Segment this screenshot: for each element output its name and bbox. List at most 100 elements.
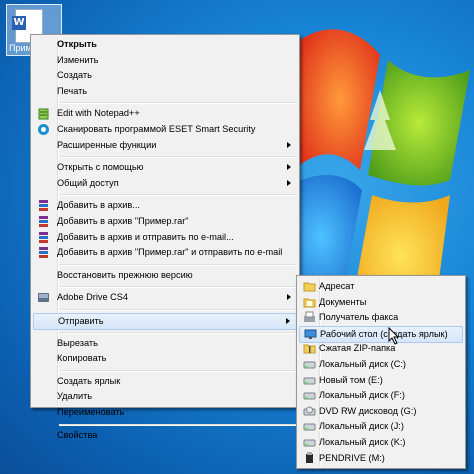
menu-item-label: Добавить в архив "Пример.rar" и отправит… — [57, 247, 283, 258]
menu-item-label: Локальный диск (J:) — [319, 421, 404, 432]
winrar-icon — [37, 246, 50, 259]
menu-item-label: Сжатая ZIP-папка — [319, 343, 396, 354]
submenu-arrow-icon — [287, 164, 291, 171]
send-to-item-2[interactable]: Получатель факса — [299, 310, 463, 325]
menu-separator — [59, 102, 296, 105]
send-to-item-4[interactable]: Сжатая ZIP-папка — [299, 341, 463, 356]
menu-item-label: Локальный диск (F:) — [319, 390, 405, 401]
context-menu-item-1[interactable]: Изменить — [33, 53, 297, 68]
context-menu-item-18[interactable]: Создать ярлык — [33, 374, 297, 389]
menu-item-label: Adobe Drive CS4 — [57, 292, 128, 303]
menu-item-label: Адресат — [319, 281, 355, 291]
winrar-icon — [37, 231, 50, 244]
menu-item-label: Вырезать — [57, 337, 98, 348]
drive-icon — [303, 436, 316, 449]
send-to-item-8[interactable]: DVD RW дисковод (G:) — [299, 404, 463, 419]
folder-icon — [303, 280, 316, 293]
menu-item-label: DVD RW дисковод (G:) — [319, 405, 417, 416]
submenu-arrow-icon — [287, 294, 291, 301]
menu-item-label: Edit with Notepad++ — [57, 108, 140, 119]
menu-separator — [59, 331, 296, 334]
menu-item-label: Получатель факса — [319, 312, 399, 323]
context-menu-item-7[interactable]: Открыть с помощью — [33, 160, 297, 175]
menu-separator — [59, 194, 296, 197]
documents-icon — [303, 296, 316, 309]
file-name: Прим — [9, 43, 32, 53]
menu-item-label: Открыть — [57, 39, 97, 49]
mouse-cursor-icon — [388, 327, 400, 345]
menu-item-label: Печать — [57, 85, 88, 96]
menu-item-label: Добавить в архив и отправить по e-mail..… — [57, 231, 234, 242]
context-menu-item-15[interactable]: Отправить — [33, 313, 297, 330]
context-menu-item-14[interactable]: Adobe Drive CS4 — [33, 290, 297, 305]
context-menu-item-16[interactable]: Вырезать — [33, 336, 297, 351]
send-to-item-0[interactable]: Адресат — [299, 279, 463, 294]
menu-item-label: Документы — [319, 296, 367, 307]
menu-item-label: Локальный диск (K:) — [319, 437, 406, 447]
menu-item-label: Локальный диск (C:) — [319, 359, 406, 369]
context-menu: Открыть Изменить Создать Печать Edit with No… — [30, 34, 300, 440]
menu-item-label: Копировать — [57, 353, 107, 364]
context-menu-item-17[interactable]: Копировать — [33, 351, 297, 366]
context-menu-item-19[interactable]: Удалить — [33, 389, 297, 404]
drive-icon — [303, 374, 316, 387]
menu-item-label: Расширенные функции — [57, 139, 157, 150]
context-menu-item-9[interactable]: Добавить в архив... — [33, 198, 297, 213]
context-menu-item-10[interactable]: Добавить в архив "Пример.rar" — [33, 214, 297, 229]
menu-item-label: Переименовать — [57, 407, 125, 417]
submenu-arrow-icon — [287, 141, 291, 148]
usb-drive-icon — [303, 451, 316, 465]
send-to-item-9[interactable]: Локальный диск (J:) — [299, 419, 463, 434]
menu-item-label: Добавить в архив "Пример.rar" — [57, 216, 189, 226]
menu-separator — [59, 263, 296, 266]
desktop-icon — [304, 328, 317, 341]
submenu-arrow-icon — [286, 318, 290, 324]
menu-separator — [59, 423, 296, 426]
menu-separator — [59, 286, 296, 289]
context-menu-item-0[interactable]: Открыть — [33, 37, 297, 52]
context-menu-item-6[interactable]: Расширенные функции — [33, 138, 297, 153]
context-menu-item-21[interactable]: Свойства — [33, 428, 297, 443]
context-menu-item-5[interactable]: Сканировать программой ESET Smart Securi… — [33, 122, 297, 137]
menu-item-label: Общий доступ — [57, 177, 119, 188]
winrar-icon — [37, 199, 50, 212]
send-to-item-3[interactable]: Рабочий стол (создать ярлык) — [299, 325, 463, 343]
menu-item-label: Отправить — [58, 316, 104, 326]
menu-separator — [59, 156, 296, 159]
menu-item-label: Создать — [57, 70, 92, 81]
eset-icon — [37, 123, 50, 136]
send-to-item-11[interactable]: PENDRIVE (M:) — [299, 451, 463, 466]
context-menu-item-3[interactable]: Печать — [33, 84, 297, 99]
menu-separator — [59, 309, 296, 311]
adobe-drive-icon — [37, 291, 50, 304]
menu-item-label: Изменить — [57, 54, 99, 65]
menu-item-label: PENDRIVE (M:) — [319, 452, 385, 463]
context-menu-item-13[interactable]: Восстановить прежнюю версию — [33, 268, 297, 283]
context-menu-item-2[interactable]: Создать — [33, 68, 297, 83]
menu-item-label: Свойства — [57, 429, 98, 440]
menu-item-label: Рабочий стол (создать ярлык) — [320, 328, 448, 339]
fax-icon — [303, 311, 316, 324]
context-menu-item-11[interactable]: Добавить в архив и отправить по e-mail..… — [33, 230, 297, 245]
send-to-item-7[interactable]: Локальный диск (F:) — [299, 388, 463, 403]
context-menu-item-4[interactable]: Edit with Notepad++ — [33, 106, 297, 121]
drive-icon — [303, 389, 316, 402]
context-menu-item-20[interactable]: Переименовать — [33, 405, 297, 420]
menu-item-label: Удалить — [57, 391, 93, 402]
menu-separator — [59, 369, 296, 372]
drive-icon — [303, 358, 316, 371]
send-to-menu: Адресат Документы Получатель факса Рабочий … — [296, 275, 466, 469]
send-to-item-1[interactable]: Документы — [299, 295, 463, 310]
send-to-item-10[interactable]: Локальный диск (K:) — [299, 435, 463, 450]
drive-icon — [303, 420, 316, 433]
context-menu-item-12[interactable]: Добавить в архив "Пример.rar" и отправит… — [33, 245, 297, 260]
send-to-item-5[interactable]: Локальный диск (C:) — [299, 357, 463, 372]
dvd-drive-icon — [303, 405, 316, 418]
winrar-icon — [37, 215, 50, 228]
menu-item-label: Добавить в архив... — [57, 200, 140, 211]
submenu-arrow-icon — [287, 179, 291, 186]
context-menu-item-8[interactable]: Общий доступ — [33, 176, 297, 191]
send-to-item-6[interactable]: Новый том (E:) — [299, 373, 463, 388]
notepad-plus-icon — [37, 107, 50, 120]
menu-item-label: Открыть с помощью — [57, 162, 144, 173]
